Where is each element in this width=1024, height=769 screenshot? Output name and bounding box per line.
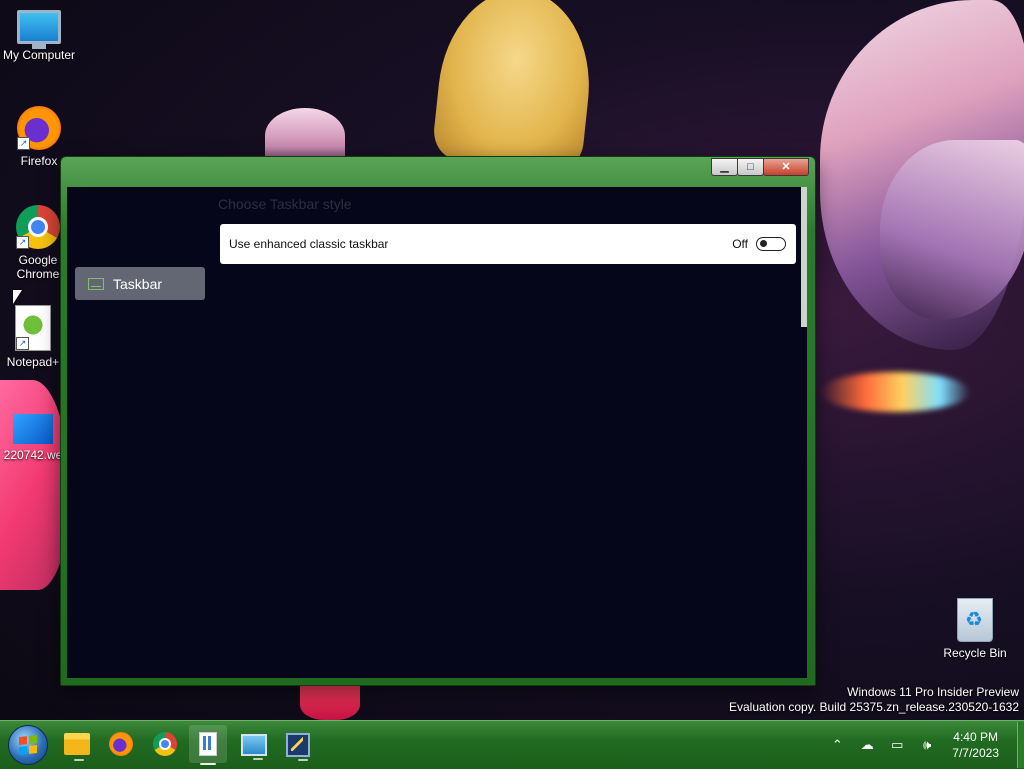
watermark-line-2: Evaluation copy. Build 25375.zn_release.…	[729, 700, 1019, 714]
wallpaper-banana	[431, 0, 599, 173]
chevron-up-icon[interactable]: ⌃	[828, 737, 846, 753]
window-content: Taskbar Choose Taskbar style Use enhance…	[67, 187, 807, 678]
shortcut-arrow-icon: ↗	[16, 337, 29, 350]
firefox-taskbar-icon[interactable]	[109, 732, 133, 756]
app-indicator	[298, 759, 308, 761]
enhanced-taskbar-toggle[interactable]	[756, 237, 786, 251]
tweaker-taskbar-icon[interactable]	[286, 733, 310, 761]
setting-label: Use enhanced classic taskbar	[229, 237, 389, 251]
toggle-state-label: Off	[732, 237, 748, 251]
desktop-icon-label: Google Chrome	[16, 253, 60, 281]
taskbar-icon	[88, 277, 104, 290]
onedrive-off-icon[interactable]: ☁	[858, 737, 876, 753]
show-desktop-button[interactable]	[1017, 722, 1024, 768]
chrome-taskbar-icon[interactable]	[153, 732, 177, 756]
system-tray: ⌃ ☁ ▭ 🕪 4:40 PM 7/7/2023	[822, 721, 1024, 769]
scrollbar[interactable]	[801, 187, 807, 327]
clock-date: 7/7/2023	[952, 746, 999, 760]
notepad-plus-plus-icon: ↗	[15, 305, 51, 351]
setting-card-enhanced-taskbar: Use enhanced classic taskbar Off	[220, 224, 796, 264]
settings-window: ▁ □ ✕ Taskbar Choose Taskbar style Use e…	[60, 156, 816, 686]
clock[interactable]: 4:40 PM 7/7/2023	[952, 729, 999, 761]
maximize-button[interactable]: □	[737, 158, 764, 176]
taskbar: ⌃ ☁ ▭ 🕪 4:40 PM 7/7/2023	[0, 720, 1024, 769]
remote-desktop-taskbar-icon[interactable]	[241, 734, 267, 760]
mouse-cursor	[13, 290, 22, 304]
chrome-icon: ↗	[16, 205, 60, 249]
app-indicator	[200, 763, 216, 765]
wallpaper-red-shape	[300, 682, 360, 720]
recycle-bin-icon	[957, 598, 993, 642]
app-indicator	[74, 759, 84, 761]
desktop-icon-label: Recycle Bin	[943, 646, 1007, 660]
app-indicator	[253, 758, 263, 760]
network-icon[interactable]: ▭	[888, 737, 906, 753]
shortcut-arrow-icon: ↗	[17, 137, 30, 150]
windows-image-icon	[13, 414, 53, 444]
window-controls: ▁ □ ✕	[711, 158, 809, 176]
wallpaper-flare	[820, 372, 970, 412]
close-button[interactable]: ✕	[763, 158, 809, 176]
firefox-icon: ↗	[17, 106, 61, 150]
desktop-icon-label: My Computer	[2, 48, 76, 62]
title-bar[interactable]: ▁ □ ✕	[61, 157, 815, 187]
shortcut-arrow-icon: ↗	[16, 236, 29, 249]
minimize-button[interactable]: ▁	[711, 158, 738, 176]
sidebar-item-taskbar[interactable]: Taskbar	[75, 267, 205, 300]
wallpaper-petal	[265, 108, 345, 163]
volume-icon[interactable]: 🕪	[918, 737, 936, 753]
explorer-patcher-taskbar-icon[interactable]	[189, 725, 227, 765]
section-title: Choose Taskbar style	[218, 196, 352, 212]
watermark-line-1: Windows 11 Pro Insider Preview	[847, 685, 1019, 699]
file-explorer-icon[interactable]	[64, 733, 90, 761]
computer-icon	[17, 10, 61, 49]
evaluation-watermark: Windows 11 Pro Insider Preview Evaluatio…	[729, 685, 1019, 715]
clock-time: 4:40 PM	[953, 730, 998, 744]
desktop-icon-my-computer[interactable]: My Computer	[0, 10, 78, 62]
start-button[interactable]	[8, 725, 48, 765]
sidebar-item-label: Taskbar	[113, 275, 163, 292]
toggle-group: Off	[732, 237, 786, 251]
desktop-icon-recycle-bin[interactable]: Recycle Bin	[936, 598, 1014, 660]
document-icon	[199, 732, 217, 756]
